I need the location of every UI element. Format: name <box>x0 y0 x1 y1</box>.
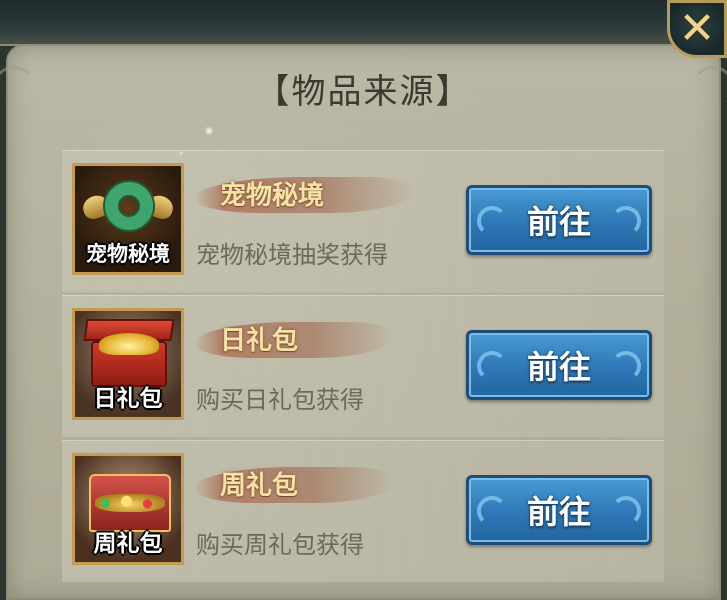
cloud-swirl-icon <box>477 496 507 526</box>
source-row-pet-realm: 宠物秘境 宠物秘境 宠物秘境抽奖获得 前往 <box>62 150 664 292</box>
cloud-swirl-icon <box>611 206 641 236</box>
go-button-label: 前往 <box>526 203 591 241</box>
source-description: 购买周礼包获得 <box>196 531 364 559</box>
weekly-gift-pack-icon: 周礼包 <box>72 453 184 565</box>
go-button-label: 前往 <box>526 493 591 531</box>
source-name: 日礼包 <box>220 326 299 356</box>
go-button-label: 前往 <box>526 348 591 386</box>
top-band <box>0 0 727 46</box>
go-button[interactable]: 前往 <box>466 330 652 400</box>
source-name: 周礼包 <box>220 471 299 501</box>
icon-caption: 日礼包 <box>93 385 163 412</box>
source-description: 购买日礼包获得 <box>196 386 364 414</box>
icon-caption: 宠物秘境 <box>86 241 170 266</box>
cloud-swirl-icon <box>611 351 641 381</box>
cloud-swirl-icon <box>611 496 641 526</box>
source-row-weekly-gift: 周礼包 周礼包 购买周礼包获得 前往 <box>62 440 664 582</box>
source-name: 宠物秘境 <box>220 181 325 211</box>
jade-ring-icon <box>105 182 153 230</box>
sparkle-effect <box>204 126 214 136</box>
dialog-title: 【物品来源】 <box>255 72 472 112</box>
close-button[interactable]: ✕ <box>667 0 727 58</box>
jewels-icon <box>95 494 165 512</box>
cloud-swirl-icon <box>477 206 507 236</box>
source-description: 宠物秘境抽奖获得 <box>196 241 388 269</box>
source-row-daily-gift: 日礼包 日礼包 购买日礼包获得 前往 <box>62 295 664 437</box>
icon-caption: 周礼包 <box>93 530 163 557</box>
gold-ingot-icon <box>99 333 159 355</box>
go-button[interactable]: 前往 <box>466 475 652 545</box>
pet-realm-icon: 宠物秘境 <box>72 163 184 275</box>
daily-gift-pack-icon: 日礼包 <box>72 308 184 420</box>
close-icon: ✕ <box>678 3 716 54</box>
cloud-swirl-icon <box>477 351 507 381</box>
go-button[interactable]: 前往 <box>466 185 652 255</box>
